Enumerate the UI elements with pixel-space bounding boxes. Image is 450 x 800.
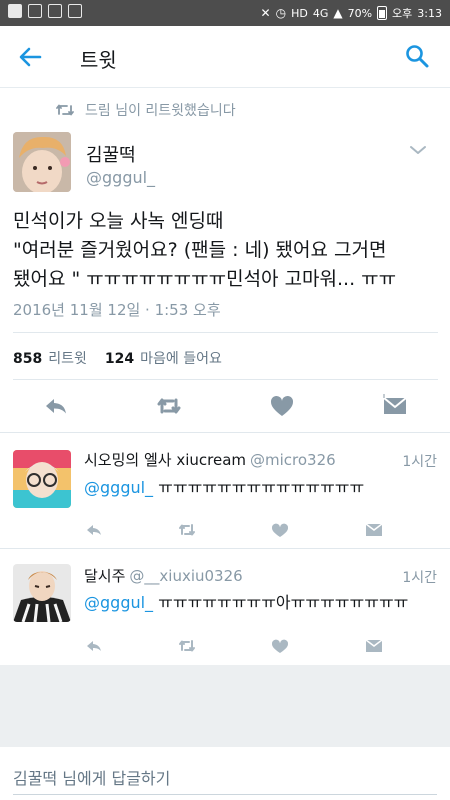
- divider: [13, 379, 438, 380]
- message-notification-icon: [28, 4, 42, 18]
- search-icon[interactable]: [404, 43, 430, 69]
- system-indicators: ✕ ◷ HD 4G ▲ 70% 오후 3:13: [261, 5, 442, 21]
- close-box-notification-icon: [68, 4, 82, 18]
- reply-author-handle[interactable]: @micro326: [250, 451, 336, 469]
- reply-body: ㅠㅠㅠㅠㅠㅠㅠㅠ아ㅠㅠㅠㅠㅠㅠㅠㅠ: [153, 593, 409, 612]
- reply-text: @gggul_ ㅠㅠㅠㅠㅠㅠㅠㅠ아ㅠㅠㅠㅠㅠㅠㅠㅠ: [84, 589, 408, 613]
- clock-time: 3:13: [417, 6, 442, 20]
- top-app-bar: 트윗: [0, 26, 450, 88]
- mute-icon: ✕: [260, 6, 271, 20]
- tweet-stats: 858 리트윗 124 마음에 들어요: [13, 348, 222, 368]
- tweet-timestamp: 2016년 11월 12일 · 1:53 오후: [13, 301, 221, 319]
- battery-icon: [377, 6, 388, 20]
- mail-notification-icon: [8, 4, 22, 18]
- divider: [0, 432, 450, 433]
- tweet-line: 민석이가 오늘 사녹 엔딩때: [13, 210, 224, 232]
- retweet-icon[interactable]: [177, 637, 197, 655]
- reply-time: 1시간: [402, 570, 437, 586]
- retweet-icon[interactable]: [177, 521, 197, 539]
- chevron-down-icon[interactable]: [408, 142, 428, 156]
- reply-header: 시오밍의 엘사 xiucream @micro326: [84, 449, 336, 470]
- network-indicator: 4G: [312, 6, 329, 20]
- battery-percent: 70%: [347, 6, 373, 20]
- tweet-line: "여러분 즐거웠어요? (팬들 : 네) 됐어요 그거면: [13, 239, 387, 261]
- retweet-icon: [56, 104, 74, 116]
- retweet-count: 858: [13, 351, 43, 367]
- reply-composer[interactable]: 김꿀떡 님에게 답글하기: [0, 747, 450, 800]
- author-handle[interactable]: @gggul_: [86, 168, 155, 187]
- reply-text: @gggul_ ㅠㅠㅠㅠㅠㅠㅠㅠㅠㅠㅠㅠㅠㅠ: [84, 474, 364, 498]
- hd-indicator: HD: [291, 6, 308, 20]
- reply-icon[interactable]: [84, 521, 104, 539]
- retweet-stat[interactable]: 858 리트윗: [13, 348, 87, 368]
- retweeted-by-text: 드림 님이 리트윗했습니다: [85, 103, 236, 119]
- like-count: 124: [104, 351, 135, 367]
- heart-icon[interactable]: [270, 637, 290, 655]
- like-label: 마음에 들어요: [140, 351, 222, 367]
- tweet-actions: [0, 392, 450, 426]
- page-title: 트윗: [80, 48, 117, 72]
- retweet-icon[interactable]: [155, 392, 183, 420]
- reply-author-name[interactable]: 시오밍의 엘사 xiucream: [84, 451, 246, 469]
- notification-icons: [8, 4, 82, 18]
- retweet-label: 리트윗: [48, 351, 87, 367]
- reply-avatar[interactable]: [13, 564, 71, 622]
- direct-message-icon[interactable]: [381, 392, 409, 420]
- reply-icon[interactable]: [84, 637, 104, 655]
- clock-ampm: 오후: [392, 7, 413, 20]
- back-arrow-icon[interactable]: [14, 42, 46, 72]
- reply-input-underline: [13, 794, 437, 795]
- reply-header: 달시주 @__xiuxiu0326: [84, 565, 243, 586]
- mention-link[interactable]: @gggul_: [84, 593, 153, 612]
- divider: [13, 332, 438, 333]
- direct-message-icon[interactable]: [364, 637, 384, 655]
- author-name[interactable]: 김꿀떡: [86, 141, 136, 167]
- tweet-text: 민석이가 오늘 사녹 엔딩때 "여러분 즐거웠어요? (팬들 : 네) 됐어요 …: [13, 207, 438, 294]
- signal-icon: ▲: [333, 6, 343, 20]
- retweeted-by-line[interactable]: 드림 님이 리트윗했습니다: [55, 100, 236, 120]
- heart-icon[interactable]: [268, 392, 296, 420]
- divider: [0, 548, 450, 549]
- direct-message-icon[interactable]: [364, 521, 384, 539]
- reply-actions: [84, 521, 384, 541]
- empty-area: [0, 665, 450, 747]
- image-notification-icon: [48, 4, 62, 18]
- reply-input[interactable]: 김꿀떡 님에게 답글하기: [13, 765, 170, 789]
- like-stat[interactable]: 124 마음에 들어요: [105, 348, 222, 368]
- status-bar: ✕ ◷ HD 4G ▲ 70% 오후 3:13: [0, 0, 450, 26]
- tweet-line: 됐어요 " ㅠㅠㅠㅠㅠㅠㅠㅠ민석아 고마워... ㅠㅠ: [13, 268, 397, 290]
- reply-time: 1시간: [402, 454, 437, 470]
- reply-avatar[interactable]: [13, 450, 71, 508]
- heart-icon[interactable]: [270, 521, 290, 539]
- reply-author-name[interactable]: 달시주: [84, 567, 125, 585]
- reply-icon[interactable]: [42, 392, 70, 420]
- author-avatar[interactable]: [13, 132, 71, 192]
- alarm-icon: ◷: [275, 6, 287, 20]
- mention-link[interactable]: @gggul_: [84, 478, 153, 497]
- reply-actions: [84, 637, 384, 657]
- reply-author-handle[interactable]: @__xiuxiu0326: [129, 567, 242, 585]
- reply-body: ㅠㅠㅠㅠㅠㅠㅠㅠㅠㅠㅠㅠㅠㅠ: [153, 478, 365, 497]
